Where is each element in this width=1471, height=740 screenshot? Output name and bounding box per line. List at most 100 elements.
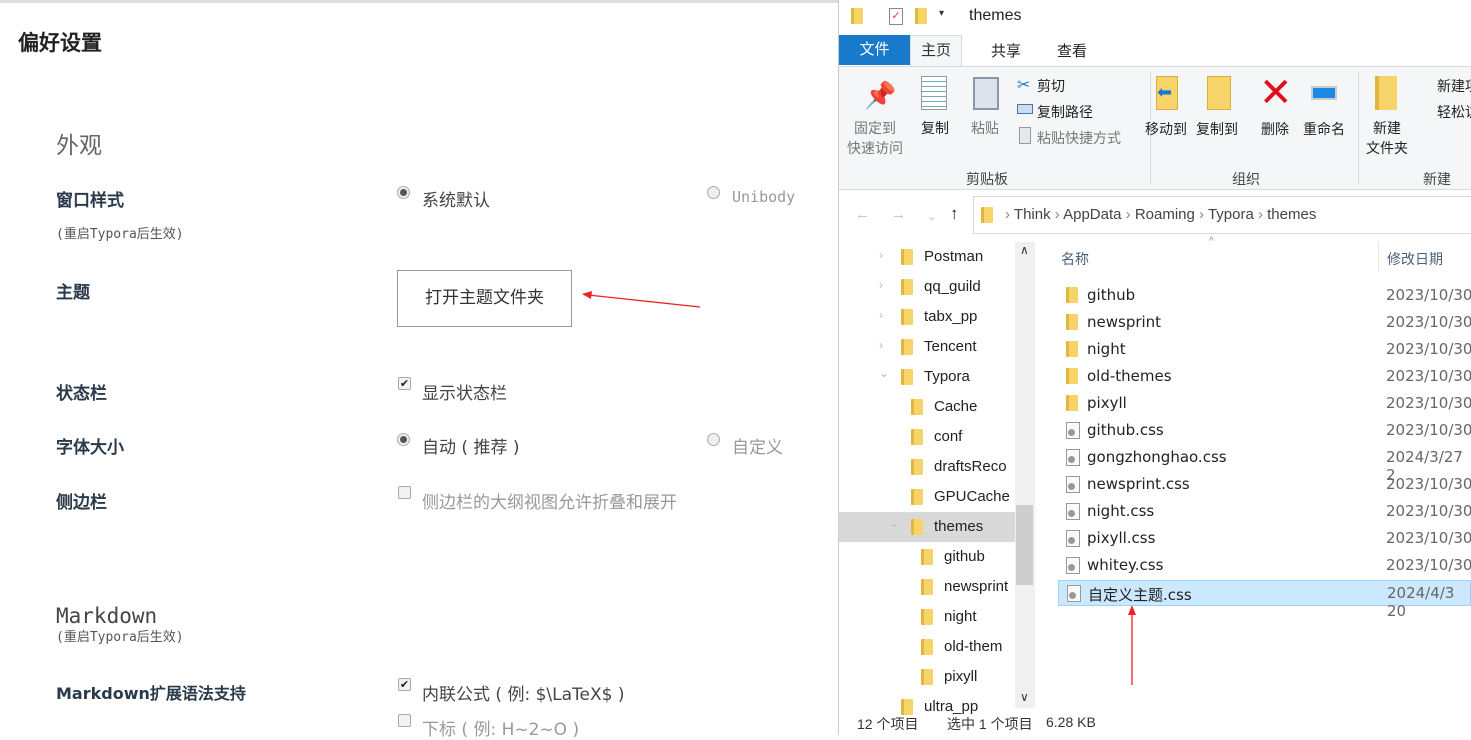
chevron-down-icon[interactable]: ⌄ <box>879 366 889 380</box>
folder-icon <box>911 399 923 415</box>
divider <box>1358 72 1359 184</box>
tree-item[interactable]: draftsReco <box>839 452 1015 482</box>
paste-button[interactable]: 粘贴 <box>971 118 999 138</box>
breadcrumb-item[interactable]: themes <box>1267 206 1316 223</box>
forward-button[interactable]: → <box>891 206 906 223</box>
tree-item[interactable]: night <box>839 602 1015 632</box>
tree-item[interactable]: newsprint <box>839 572 1015 602</box>
copy-button[interactable]: 复制 <box>921 118 949 138</box>
file-row[interactable]: pixyll 2023/10/30 <box>1058 391 1471 417</box>
tree-item[interactable]: ⌄ Typora <box>839 362 1015 392</box>
new-item-button[interactable]: 新建项 <box>1437 76 1471 96</box>
radio-system-default[interactable] <box>397 184 410 203</box>
chevron-down-icon[interactable]: ⌄ <box>889 516 899 530</box>
column-name[interactable]: 名称 <box>1061 249 1089 269</box>
file-date: 2023/10/30 <box>1386 556 1471 574</box>
file-row[interactable]: 自定义主题.css 2024/4/3 20 <box>1058 580 1471 620</box>
tree-item[interactable]: pixyll <box>839 662 1015 692</box>
up-button[interactable]: ↑ <box>950 204 959 224</box>
window-style-label: 窗口样式 <box>56 191 124 211</box>
tree-item-label: Tencent <box>924 338 977 355</box>
file-row[interactable]: github 2023/10/30 <box>1058 283 1471 309</box>
folder-icon <box>921 639 933 655</box>
tree-item[interactable]: › Tencent <box>839 332 1015 362</box>
tab-file[interactable]: 文件 <box>839 35 910 65</box>
folder-icon <box>901 369 913 385</box>
chevron-right-icon[interactable]: › <box>879 248 883 262</box>
back-button[interactable]: ← <box>855 206 870 223</box>
tree-scrollbar[interactable] <box>1015 242 1035 708</box>
breadcrumb-item[interactable]: Think <box>1014 206 1051 223</box>
breadcrumb-item[interactable]: Roaming <box>1135 206 1195 223</box>
copy-path-button[interactable]: 复制路径 <box>1037 102 1093 122</box>
radio-custom[interactable] <box>707 431 720 450</box>
file-row[interactable]: gongzhonghao.css 2024/3/27 2 <box>1058 445 1471 484</box>
subscript-checkbox[interactable] <box>398 714 411 727</box>
tree-item[interactable]: › tabx_pp <box>839 302 1015 332</box>
tree-item-label: Typora <box>924 368 970 385</box>
delete-button[interactable]: 删除 <box>1261 119 1289 139</box>
inline-math-label: 内联公式 ( 例: $\LaTeX$ ) <box>422 685 625 705</box>
rename-button[interactable]: 重命名 <box>1303 119 1345 139</box>
tab-home[interactable]: 主页 <box>910 35 962 67</box>
paste-shortcut-button[interactable]: 粘贴快捷方式 <box>1037 128 1121 148</box>
file-date: 2023/10/30 <box>1386 475 1471 493</box>
move-to-button[interactable]: 移动到 <box>1145 119 1187 139</box>
md-ext-label: Markdown扩展语法支持 <box>56 684 246 703</box>
tree-scrollbar-thumb[interactable] <box>1016 505 1033 585</box>
tree-item-label: GPUCache <box>934 488 1010 505</box>
file-name: newsprint.css <box>1087 475 1190 493</box>
new-folder-button[interactable]: 新建 文件夹 <box>1366 118 1408 158</box>
file-row[interactable]: night.css 2023/10/30 <box>1058 499 1471 525</box>
status-bar: 12 个项目 选中 1 个项目 6.28 KB <box>839 708 1471 735</box>
file-row[interactable]: night 2023/10/30 <box>1058 337 1471 363</box>
tree-item[interactable]: ⌄ themes <box>839 512 1015 542</box>
chevron-right-icon[interactable]: › <box>879 278 883 292</box>
tree-item[interactable]: Cache <box>839 392 1015 422</box>
tree-item[interactable]: › qq_guild <box>839 272 1015 302</box>
tree-item[interactable]: GPUCache <box>839 482 1015 512</box>
file-date: 2023/10/30 <box>1386 529 1471 547</box>
scroll-down-icon[interactable]: ∨ <box>1020 690 1029 704</box>
cut-button[interactable]: 剪切 <box>1037 76 1065 96</box>
chevron-right-icon[interactable]: › <box>879 308 883 322</box>
file-row[interactable]: whitey.css 2023/10/30 <box>1058 553 1471 579</box>
new-folder-quick-icon[interactable] <box>915 8 927 29</box>
folder-icon <box>921 669 933 685</box>
tree-item[interactable]: old-them <box>839 632 1015 662</box>
open-theme-folder-button[interactable]: 打开主题文件夹 <box>397 270 572 327</box>
breadcrumb-item[interactable]: Typora <box>1208 206 1254 223</box>
breadcrumb-item[interactable]: AppData <box>1063 206 1121 223</box>
recent-locations-button[interactable]: ⌄ <box>927 210 936 223</box>
chevron-right-icon[interactable]: › <box>879 338 883 352</box>
file-row[interactable]: old-themes 2023/10/30 <box>1058 364 1471 390</box>
tree-item[interactable]: › Postman <box>839 242 1015 272</box>
file-row[interactable]: newsprint 2023/10/30 <box>1058 310 1471 336</box>
tab-share[interactable]: 共享 <box>991 40 1021 64</box>
file-row[interactable]: github.css 2023/10/30 <box>1058 418 1471 444</box>
tree-item[interactable]: github <box>839 542 1015 572</box>
radio-auto[interactable] <box>397 431 410 450</box>
tab-view[interactable]: 查看 <box>1057 40 1087 64</box>
pin-quick-access-button[interactable]: 固定到 快速访问 <box>847 118 903 158</box>
status-bar-checkbox[interactable]: ✔ <box>398 377 411 390</box>
column-date[interactable]: 修改日期 <box>1387 249 1443 269</box>
subscript-label: 下标 ( 例: H~2~O ) <box>422 720 580 740</box>
customize-toolbar-icon[interactable]: ▾ <box>939 8 944 19</box>
properties-icon[interactable]: ✓ <box>889 8 903 25</box>
inline-math-checkbox[interactable]: ✔ <box>398 678 411 691</box>
file-name: night.css <box>1087 502 1155 520</box>
file-name: pixyll <box>1087 394 1127 412</box>
sort-ascending-icon: ^ <box>1209 236 1214 247</box>
file-name: github.css <box>1087 421 1164 439</box>
tree-item[interactable]: conf <box>839 422 1015 452</box>
copy-icon <box>921 76 947 110</box>
css-file-icon <box>1066 503 1080 524</box>
scroll-up-icon[interactable]: ∧ <box>1020 243 1029 257</box>
sidebar-checkbox[interactable] <box>398 486 411 499</box>
easy-access-button[interactable]: 轻松访 <box>1437 102 1471 122</box>
file-row[interactable]: newsprint.css 2023/10/30 <box>1058 472 1471 498</box>
file-row[interactable]: pixyll.css 2023/10/30 <box>1058 526 1471 552</box>
copy-to-button[interactable]: 复制到 <box>1196 119 1238 139</box>
radio-unibody[interactable] <box>707 184 720 203</box>
